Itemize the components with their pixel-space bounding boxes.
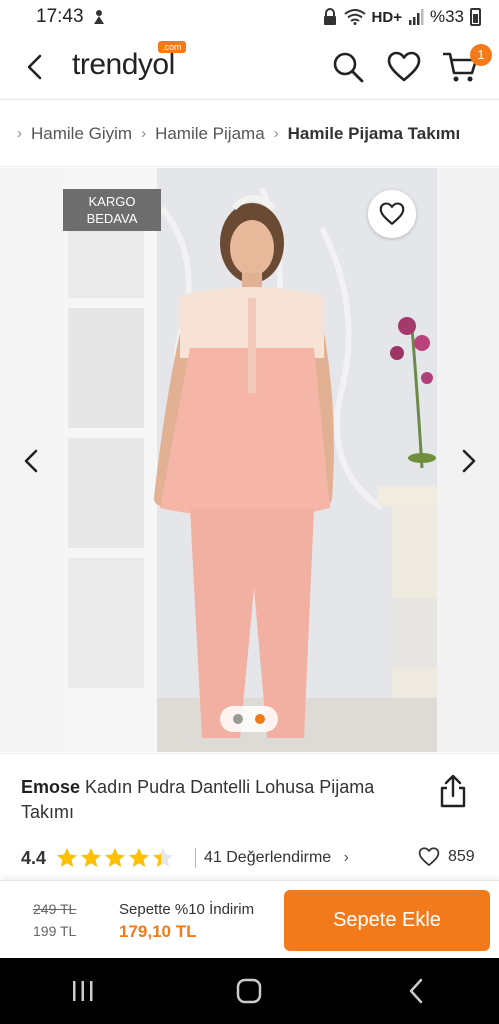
product-title-section: Emose Kadın Pudra Dantelli Lohusa Pijama… [0,753,499,833]
system-navigation-bar [0,958,499,1024]
breadcrumb-separator-icon: › [141,125,147,142]
chevron-left-icon[interactable] [17,446,47,476]
breadcrumb: › Hamile Giyim › Hamile Pijama › Hamile … [0,101,499,167]
favorite-count: 859 [448,848,475,865]
slide-dot[interactable] [233,714,243,724]
search-icon[interactable] [331,50,365,84]
breadcrumb-current[interactable]: Hamile Pijama Takımı [288,124,461,144]
current-price: 199 TL [33,923,77,939]
rating-row: 4.4 41 Değerlendirme › 859 [0,838,499,880]
wifi-icon [343,9,366,25]
chevron-right-icon: › [343,849,349,866]
gallery-favorite-button[interactable] [368,190,416,238]
product-title: Emose Kadın Pudra Dantelli Lohusa Pijama… [21,775,401,825]
cart-count-badge: 1 [470,44,492,66]
breadcrumb-item[interactable]: Hamile Pijama [155,124,265,144]
breadcrumb-item[interactable]: Hamile Giyim [31,124,132,144]
free-shipping-badge-line2: BEDAVA [86,211,138,226]
back-arrow-icon[interactable] [20,52,50,82]
star-icon [57,848,77,867]
heart-outline-icon [418,847,440,866]
rating-score: 4.4 [21,848,47,868]
slide-indicator [220,706,278,732]
product-photo[interactable] [62,168,437,752]
basket-discount-price: 179,10 TL [119,922,197,941]
status-time-group: 17:43 [36,6,106,28]
breadcrumb-separator-icon: › [17,125,22,142]
heart-icon [379,202,405,225]
logo-com-badge: .com [158,41,186,53]
recent-apps-icon [73,981,93,1001]
review-count: 41 [204,849,222,866]
vpn-lock-icon [323,8,336,25]
battery-icon [470,8,481,26]
system-back-icon [409,978,423,1004]
add-to-cart-button[interactable]: Sepete Ekle [284,890,490,951]
star-icon [81,848,101,867]
battery-level: %33 [429,7,464,26]
trendyol-logo[interactable]: trendyol [72,48,175,82]
favorites-heart-icon[interactable] [387,50,421,84]
reviews-link[interactable]: 41 Değerlendirme › [204,849,349,867]
product-gallery[interactable]: KARGO BEDAVA [0,168,499,752]
favorite-count-button[interactable]: 859 [418,847,475,867]
basket-discount-label: Sepette %10 İndirim [119,901,255,918]
home-icon [237,978,262,1004]
chevron-right-icon[interactable] [453,446,483,476]
network-type: HD+ [371,8,402,26]
purchase-bar: 249 TL 199 TL Sepette %10 İndirim 179,10… [0,880,499,958]
slide-dot-active[interactable] [255,714,265,724]
star-icon [105,848,125,867]
system-back-button[interactable] [396,971,436,1011]
free-shipping-badge-line1: KARGO [88,194,136,209]
star-icon [153,848,173,867]
signal-icon [408,9,424,25]
home-button[interactable] [229,971,269,1011]
rating-stars [56,847,174,869]
breadcrumb-separator-icon: › [273,125,279,142]
share-icon[interactable] [438,774,468,808]
rating-divider [195,848,196,868]
status-bar: 17:43 HD+ %33 [0,0,499,34]
star-icon [129,848,149,867]
app-header: trendyol .com 1 [0,34,499,100]
recent-apps-button[interactable] [63,971,103,1011]
free-shipping-badge: KARGO BEDAVA [63,189,161,231]
status-right: HD+ %33 [322,7,481,27]
product-brand[interactable]: Emose [21,777,80,797]
review-label: Değerlendirme [226,849,332,866]
notification-icon [93,10,104,24]
old-price: 249 TL [33,901,77,917]
status-time: 17:43 [36,6,84,27]
